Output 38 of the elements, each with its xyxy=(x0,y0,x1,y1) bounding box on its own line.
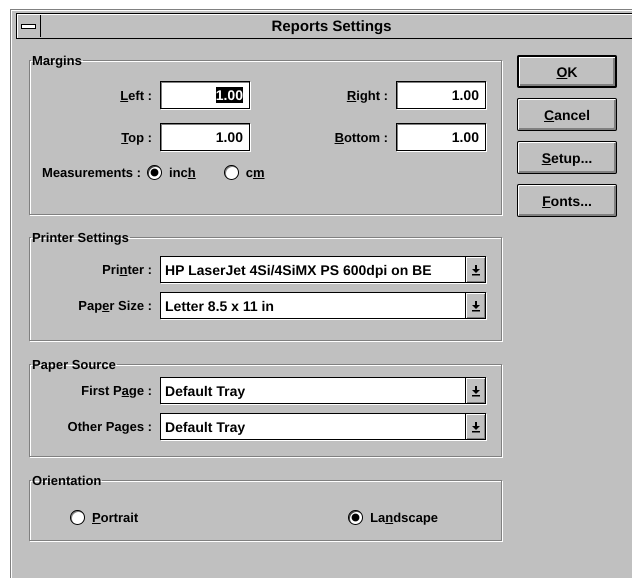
radio-label[interactable]: inch xyxy=(168,165,196,180)
input-field[interactable]: 1.00 xyxy=(396,81,486,109)
radio-button[interactable] xyxy=(70,510,85,525)
dropdown-field[interactable]: Default Tray xyxy=(160,377,486,404)
dialog-button[interactable]: Cancel xyxy=(517,98,617,131)
radio-button[interactable] xyxy=(224,165,239,180)
dropdown-field[interactable]: Default Tray xyxy=(160,413,486,440)
field-label: Left : xyxy=(119,88,152,102)
input-field[interactable]: 1.00 xyxy=(160,123,250,151)
field-label: Measurements : xyxy=(42,165,141,180)
down-arrow-icon xyxy=(470,264,480,276)
dialog-button[interactable]: Setup... xyxy=(517,141,617,174)
group-title: Paper Source xyxy=(31,357,117,372)
down-arrow-icon xyxy=(470,384,480,396)
group-title: Orientation xyxy=(31,473,102,488)
down-arrow-icon xyxy=(470,300,480,312)
radio-label[interactable]: Landscape xyxy=(370,510,438,525)
group-title: Margins xyxy=(31,53,83,68)
input-field[interactable]: 1.00 xyxy=(160,81,250,109)
field-label: Printer : xyxy=(101,262,152,277)
radio-button[interactable] xyxy=(348,510,364,525)
field-label: Bottom : xyxy=(334,130,388,144)
field-label: First Page : xyxy=(80,383,152,398)
input-field[interactable]: 1.00 xyxy=(396,123,486,151)
field-label: Right : xyxy=(346,88,388,102)
radio-label[interactable]: cm xyxy=(246,165,265,180)
window-title: Reports Settings xyxy=(270,18,392,34)
dropdown-field[interactable]: HP LaserJet 4Si/4SiMX PS 600dpi on BE xyxy=(160,256,486,283)
field-label: Other Pages : xyxy=(66,419,152,434)
down-arrow-icon xyxy=(470,420,480,432)
radio-button[interactable] xyxy=(146,165,162,180)
group-title: Printer Settings xyxy=(31,230,130,245)
field-label: Top : xyxy=(120,130,152,144)
dialog-button[interactable]: Fonts... xyxy=(517,184,617,217)
field-label: Paper Size : xyxy=(77,298,152,313)
dropdown-field[interactable]: Letter 8.5 x 11 in xyxy=(160,292,486,319)
dialog-button[interactable]: OK xyxy=(517,55,617,88)
radio-label[interactable]: Portrait xyxy=(92,510,138,525)
